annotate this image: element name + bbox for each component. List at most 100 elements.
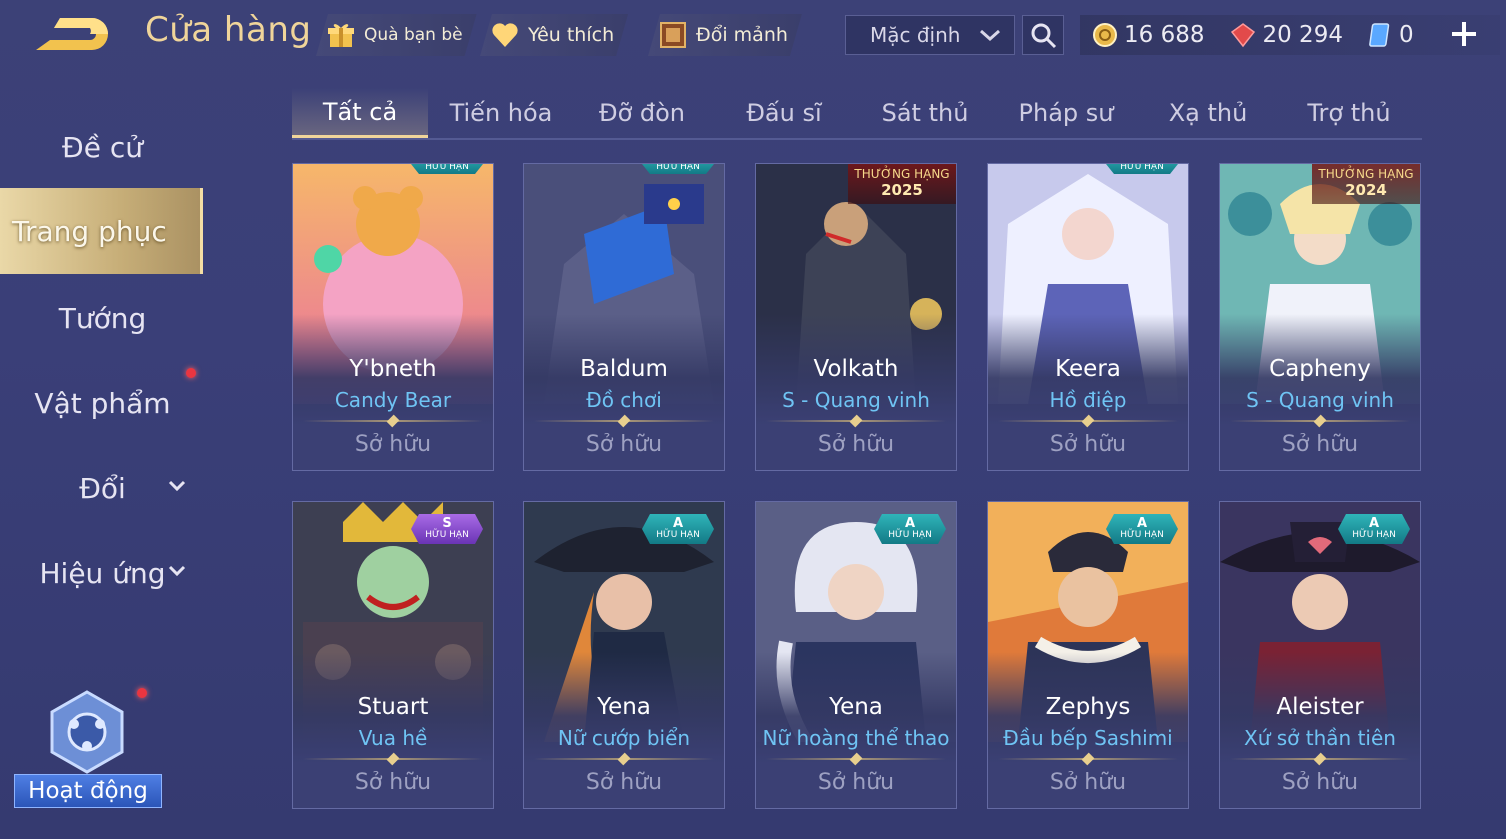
skin-card[interactable]: HỮU HẠN Baldum Đồ chơi Sở hữu: [523, 163, 725, 471]
favorite-label: Yêu thích: [528, 24, 615, 46]
chevron-down-icon: [168, 565, 186, 577]
activity-label: Hoạt động: [14, 774, 162, 808]
skin-name: Vua hề: [358, 726, 428, 750]
skin-card[interactable]: A HỮU HẠN Yena Nữ hoàng thể thao Sở hữu: [755, 501, 957, 809]
back-button[interactable]: [30, 12, 112, 56]
rank-reward-badge: THƯỞNG HẠNG 2025: [848, 164, 956, 204]
tab-support[interactable]: Trợ thủ: [1281, 88, 1417, 138]
search-icon: [1031, 23, 1057, 49]
sidebar-item-label: Đổi: [79, 471, 126, 505]
tab-label: Đấu sĩ: [746, 99, 822, 127]
gold-balance: 16 688: [1092, 22, 1204, 48]
skin-card[interactable]: A HỮU HẠN Zephys Đầu bếp Sashimi Sở hữu: [987, 501, 1189, 809]
sort-dropdown[interactable]: Mặc định: [845, 15, 1015, 55]
chevron-down-icon: [168, 480, 186, 492]
tab-label: Tất cả: [322, 97, 398, 126]
tab-label: Xạ thủ: [1168, 99, 1248, 127]
owned-status: Sở hữu: [1281, 770, 1359, 795]
activity-emblem-icon: [50, 690, 124, 774]
skin-name: S - Quang vinh: [782, 388, 930, 412]
owned-status: Sở hữu: [585, 432, 663, 457]
sidebar-item-skins[interactable]: Trang phục: [0, 188, 203, 274]
hero-name: Baldum: [580, 356, 668, 382]
owned-status: Sở hữu: [817, 432, 895, 457]
sidebar-item-items[interactable]: Vật phẩm: [0, 368, 205, 438]
crystal-amount: 0: [1398, 22, 1414, 48]
limited-badge: A HỮU HẠN: [1106, 514, 1178, 544]
sidebar-item-label: Trang phục: [12, 214, 167, 248]
top-bar: Cửa hàng Quà bạn bè Yêu thích Đổi mảnh M…: [0, 0, 1506, 72]
tab-assassin[interactable]: Sát thủ: [857, 88, 993, 138]
owned-status: Sở hữu: [817, 770, 895, 795]
skin-name: S - Quang vinh: [1246, 388, 1394, 412]
tab-marksman[interactable]: Xạ thủ: [1140, 88, 1276, 138]
tab-all[interactable]: Tất cả: [292, 88, 428, 138]
favorite-button[interactable]: Yêu thích: [480, 14, 628, 56]
friend-gift-label: Quà bạn bè: [364, 25, 463, 45]
limited-badge: A HỮU HẠN: [642, 514, 714, 544]
hero-name: Zephys: [1045, 694, 1131, 720]
hero-name: Volkath: [813, 356, 899, 382]
crystal-balance: 0: [1369, 22, 1414, 48]
hero-name: Capheny: [1269, 356, 1371, 382]
heart-icon: [490, 20, 520, 50]
skin-card[interactable]: S HỮU HẠN Stuart Vua hề Sở hữu: [292, 501, 494, 809]
skin-card[interactable]: A HỮU HẠN Yena Nữ cướp biển Sở hữu: [523, 501, 725, 809]
owned-status: Sở hữu: [1049, 770, 1127, 795]
sidebar-item-effects[interactable]: Hiệu ứng: [0, 538, 205, 608]
gift-icon: [326, 20, 356, 50]
tab-label: Trợ thủ: [1307, 99, 1391, 127]
tab-tank[interactable]: Đỡ đòn: [574, 88, 710, 138]
hero-name: Y'bneth: [349, 356, 437, 382]
skin-name: Nữ hoàng thể thao: [762, 726, 950, 750]
tab-fighter[interactable]: Đấu sĩ: [716, 88, 852, 138]
activity-button[interactable]: Hoạt động: [12, 672, 162, 812]
skin-name: Đồ chơi: [586, 388, 662, 412]
friend-gift-button[interactable]: Quà bạn bè: [316, 14, 477, 56]
exchange-shards-label: Đổi mảnh: [696, 24, 788, 46]
limited-badge: A HỮU HẠN: [874, 514, 946, 544]
tab-evolution[interactable]: Tiến hóa: [433, 88, 569, 138]
tab-label: Sát thủ: [881, 99, 969, 127]
tab-label: Tiến hóa: [449, 99, 553, 127]
skin-card[interactable]: HỮU HẠN Keera Hồ điệp Sở hữu: [987, 163, 1189, 471]
hero-name: Keera: [1055, 356, 1121, 382]
voucher-balance: 20 294: [1230, 22, 1343, 48]
owned-status: Sở hữu: [1049, 432, 1127, 457]
skin-card[interactable]: THƯỞNG HẠNG 2025 Volkath S - Quang vinh S…: [755, 163, 957, 471]
tab-label: Đỡ đòn: [598, 99, 686, 127]
gold-coin-icon: [1093, 23, 1117, 47]
search-button[interactable]: [1022, 15, 1064, 55]
hero-name: Aleister: [1276, 694, 1364, 720]
limited-badge: HỮU HẠN: [642, 163, 714, 174]
currency-bar: 16 688 20 294 0: [1080, 15, 1500, 55]
tab-mage[interactable]: Pháp sư: [998, 88, 1134, 138]
book-icon: [658, 20, 688, 50]
skin-name: Đầu bếp Sashimi: [1003, 726, 1173, 750]
skin-card[interactable]: A HỮU HẠN Aleister Xứ sở thần tiên Sở hữu: [1219, 501, 1421, 809]
voucher-amount: 20 294: [1262, 22, 1343, 48]
skin-card[interactable]: THƯỞNG HẠNG 2024 Capheny S - Quang vinh S…: [1219, 163, 1421, 471]
sidebar-item-exchange[interactable]: Đổi: [0, 453, 205, 523]
exchange-shards-button[interactable]: Đổi mảnh: [648, 14, 802, 56]
sidebar-item-label: Vật phẩm: [34, 386, 171, 420]
page-title: Cửa hàng: [145, 10, 312, 50]
sidebar-item-recommended[interactable]: Đề cử: [0, 112, 205, 182]
add-currency-button[interactable]: [1448, 18, 1480, 50]
hero-name: Stuart: [357, 694, 429, 720]
sidebar-item-heroes[interactable]: Tướng: [0, 283, 205, 353]
limited-badge: S HỮU HẠN: [411, 514, 483, 544]
skin-name: Xứ sở thần tiên: [1244, 726, 1396, 750]
sidebar-item-label: Hiệu ứng: [39, 556, 166, 590]
crystal-card-icon: [1369, 23, 1390, 47]
sort-value: Mặc định: [870, 23, 961, 47]
plus-icon: [1452, 22, 1476, 46]
category-tabs: Tất cả Tiến hóa Đỡ đòn Đấu sĩ Sát thủ Ph…: [292, 88, 1422, 140]
skin-card[interactable]: HỮU HẠN Y'bneth Candy Bear Sở hữu: [292, 163, 494, 471]
hero-name: Yena: [597, 694, 651, 720]
rank-reward-badge: THƯỞNG HẠNG 2024: [1312, 164, 1420, 204]
sidebar-item-label: Đề cử: [62, 130, 143, 164]
sidebar-item-label: Tướng: [58, 301, 147, 335]
owned-status: Sở hữu: [585, 770, 663, 795]
owned-status: Sở hữu: [354, 770, 432, 795]
